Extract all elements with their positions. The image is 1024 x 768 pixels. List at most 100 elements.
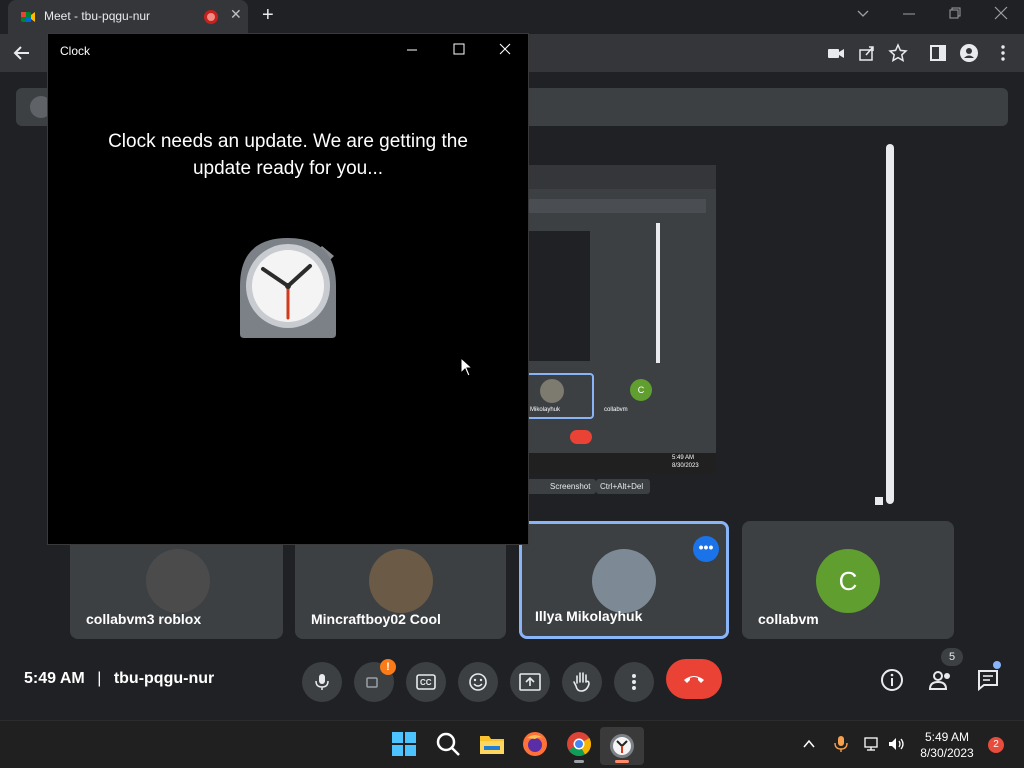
volume-icon[interactable] xyxy=(888,736,906,752)
start-windows-icon[interactable] xyxy=(390,730,418,758)
more-options-icon[interactable] xyxy=(993,43,1013,63)
microphone-icon xyxy=(315,674,329,690)
meeting-info: 5:49 AM | tbu-pqgu-nur xyxy=(24,670,214,688)
participant-name: collabvm xyxy=(758,611,819,627)
hang-up-icon xyxy=(684,676,704,683)
inner-scrollbar xyxy=(656,223,660,363)
system-time: 5:49 AM xyxy=(924,730,970,744)
clock-maximize-icon[interactable] xyxy=(453,43,465,55)
resize-handle[interactable] xyxy=(875,497,883,505)
meeting-code: tbu-pqgu-nur xyxy=(113,670,215,687)
inner-tile-collabvm: C collabvm xyxy=(600,373,686,419)
profile-icon[interactable] xyxy=(959,43,979,63)
inner-taskbar: 5:49 AM 8/30/2023 xyxy=(526,453,716,473)
inner-end-call xyxy=(570,430,592,444)
raise-hand-button[interactable] xyxy=(562,662,602,702)
chat-icon[interactable] xyxy=(976,668,1000,692)
meeting-details-icon[interactable] xyxy=(880,668,904,692)
participant-avatar xyxy=(369,549,433,613)
tab-title: Meet - tbu-pqgu-nur xyxy=(44,9,151,23)
meet-favicon-icon xyxy=(21,12,35,22)
inner-browser-bar xyxy=(526,165,716,189)
leave-call-button[interactable] xyxy=(666,659,722,699)
search-icon[interactable] xyxy=(434,730,462,758)
inner-btn-ctrl-alt-del: Ctrl+Alt+Del xyxy=(596,479,650,494)
participant-options-icon[interactable]: ••• xyxy=(693,536,719,562)
inner-btn-screenshot: Screenshot xyxy=(526,479,596,494)
firefox-icon[interactable] xyxy=(521,730,549,758)
emoji-icon xyxy=(469,673,487,691)
participant-avatar xyxy=(592,549,656,613)
new-tab-button[interactable]: + xyxy=(262,4,274,27)
captions-button[interactable]: CC xyxy=(406,662,446,702)
camera-icon[interactable] xyxy=(826,43,846,63)
network-icon[interactable] xyxy=(864,736,880,752)
inner-nested-screen xyxy=(526,231,590,361)
people-icon[interactable] xyxy=(928,668,954,692)
minimize-icon[interactable] xyxy=(902,6,916,20)
inner-name: Mikolayhuk xyxy=(530,407,561,413)
meeting-separator: | xyxy=(97,670,102,687)
clock-taskbar-button[interactable] xyxy=(600,727,644,765)
participant-avatar: C xyxy=(816,549,880,613)
clock-close-icon[interactable] xyxy=(499,43,511,55)
inner-clock: 5:49 AM 8/30/2023 xyxy=(672,455,699,469)
clock-active-indicator xyxy=(615,760,629,763)
clock-window-title: Clock xyxy=(60,44,91,58)
inner-avatar xyxy=(540,379,564,403)
people-count-badge: 5 xyxy=(941,648,963,666)
notification-count-badge[interactable]: 2 xyxy=(988,737,1004,753)
show-hidden-icons-icon[interactable] xyxy=(802,737,816,751)
camera-off-icon xyxy=(366,677,378,688)
close-window-icon[interactable] xyxy=(994,6,1008,20)
captions-icon: CC xyxy=(416,674,436,690)
inner-tile-mikolayhuk: Mikolayhuk xyxy=(526,373,594,419)
emoji-button[interactable] xyxy=(458,662,498,702)
inner-collabvm-avatar: C xyxy=(630,379,652,401)
clock-app-window: Clock Clock needs an update. We are gett… xyxy=(47,33,529,545)
browser-tab[interactable]: Meet - tbu-pqgu-nur ✕ xyxy=(8,0,248,34)
participant-tile[interactable]: C collabvm xyxy=(742,521,954,639)
participant-name: collabvm3 roblox xyxy=(86,611,202,627)
recording-indicator-icon xyxy=(204,10,218,24)
mouse-cursor-icon xyxy=(460,357,474,377)
chrome-icon[interactable] xyxy=(565,730,593,758)
bookmark-star-icon[interactable] xyxy=(888,43,908,63)
update-message: Clock needs an update. We are getting th… xyxy=(108,131,468,179)
back-arrow-icon[interactable] xyxy=(12,43,32,63)
presentation-scrollbar[interactable] xyxy=(886,144,894,504)
participant-avatar xyxy=(146,549,210,613)
raise-hand-icon xyxy=(573,672,590,692)
file-explorer-icon[interactable] xyxy=(478,730,506,758)
camera-button[interactable]: ! xyxy=(354,659,396,702)
meeting-time: 5:49 AM xyxy=(24,670,85,687)
participant-name: Illya Mikolayhuk xyxy=(535,608,643,624)
more-options-button[interactable] xyxy=(614,662,654,702)
share-icon[interactable] xyxy=(857,43,877,63)
present-button[interactable] xyxy=(510,662,550,702)
chat-unread-dot xyxy=(993,661,1001,669)
more-vert-icon xyxy=(632,674,636,690)
system-clock[interactable]: 5:49 AM 8/30/2023 xyxy=(916,729,978,761)
restore-icon[interactable] xyxy=(948,6,962,20)
present-screen-icon xyxy=(519,673,541,691)
inner-name: collabvm xyxy=(604,407,628,413)
presentation-view: Mikolayhuk C collabvm 5:49 AM 8/30/2023 xyxy=(526,165,716,473)
participant-name: Mincraftboy02 Cool xyxy=(311,611,441,627)
tab-close-icon[interactable]: ✕ xyxy=(230,6,242,23)
clock-titlebar[interactable]: Clock xyxy=(48,34,528,66)
tab-search-icon[interactable] xyxy=(856,6,870,20)
tab-strip: Meet - tbu-pqgu-nur ✕ + xyxy=(0,0,1024,34)
clock-minimize-icon[interactable] xyxy=(406,44,418,56)
svg-text:CC: CC xyxy=(420,678,432,687)
chrome-running-indicator xyxy=(574,760,584,763)
participant-tile-active[interactable]: ••• Illya Mikolayhuk xyxy=(519,521,729,639)
system-date: 8/30/2023 xyxy=(920,746,974,760)
warning-badge-icon: ! xyxy=(380,659,396,675)
microphone-button[interactable] xyxy=(302,662,342,702)
inner-banner xyxy=(526,199,706,213)
alarm-clock-icon xyxy=(240,238,336,338)
microphone-in-use-icon[interactable] xyxy=(834,735,848,753)
clock-app-icon xyxy=(610,734,634,758)
side-panel-icon[interactable] xyxy=(928,43,948,63)
